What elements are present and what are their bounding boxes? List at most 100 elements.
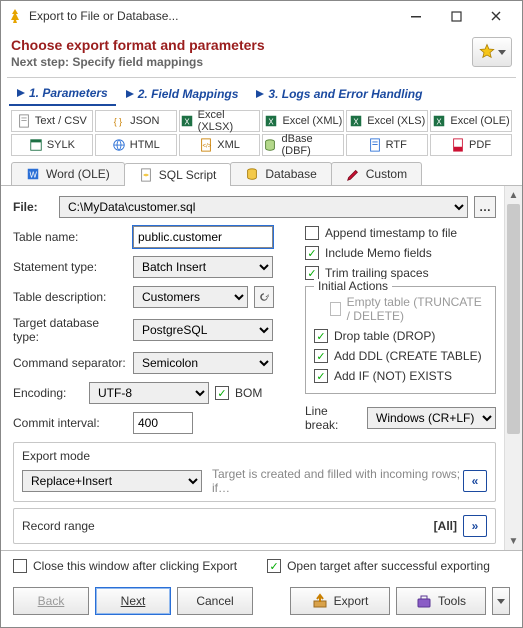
trim-checkbox[interactable]: ✓ — [305, 266, 319, 280]
pdf-icon — [451, 138, 465, 152]
commit-label: Commit interval: — [13, 416, 127, 430]
scroll-down-icon[interactable]: ▼ — [505, 532, 522, 550]
if-not-exists-checkbox[interactable]: ✓ — [314, 369, 328, 383]
append-ts-checkbox[interactable] — [305, 226, 319, 240]
file-label: File: — [13, 200, 53, 214]
cancel-button[interactable]: Cancel — [177, 587, 253, 615]
custom-icon — [346, 167, 360, 181]
export-icon — [312, 593, 328, 609]
format-rtf[interactable]: RTF — [346, 134, 428, 156]
subtab-database[interactable]: Database — [230, 162, 331, 185]
subtab-custom[interactable]: Custom — [331, 162, 422, 185]
encoding-select[interactable]: UTF-8 — [89, 382, 209, 404]
target-db-select[interactable]: PostgreSQL — [133, 319, 273, 341]
scroll-thumb[interactable] — [507, 204, 520, 434]
close-button[interactable] — [476, 2, 516, 30]
tools-button[interactable]: Tools — [396, 587, 486, 615]
close-after-export-checkbox[interactable] — [13, 559, 27, 573]
wizard-header: Choose export format and parameters Next… — [1, 31, 522, 73]
toolbox-icon — [416, 593, 432, 609]
minimize-button[interactable] — [396, 2, 436, 30]
line-break-label: Line break: — [305, 404, 361, 432]
format-pdf[interactable]: PDF — [430, 134, 512, 156]
xml-icon: </> — [199, 138, 213, 152]
format-sylk[interactable]: SYLK — [11, 134, 93, 156]
record-range-label: Record range — [22, 519, 434, 533]
favorites-button[interactable] — [472, 37, 512, 67]
format-json[interactable]: { }JSON — [95, 110, 177, 132]
wizard-step-tabs: 1. Parameters 2. Field Mappings 3. Logs … — [1, 78, 522, 106]
tab-logs[interactable]: 3. Logs and Error Handling — [248, 82, 430, 106]
drop-table-checkbox[interactable]: ✓ — [314, 329, 328, 343]
star-icon — [478, 43, 496, 61]
include-memo-checkbox[interactable]: ✓ — [305, 246, 319, 260]
rtf-icon — [368, 138, 382, 152]
record-range-expand-button[interactable]: » — [463, 515, 487, 537]
vertical-scrollbar[interactable]: ▲ ▼ — [504, 186, 522, 550]
svg-text:{ }: { } — [114, 117, 122, 127]
export-mode-group: Export mode Replace+Insert Target is cre… — [13, 442, 496, 502]
line-break-select[interactable]: Windows (CR+LF) — [367, 407, 496, 429]
cmd-sep-label: Command separator: — [13, 356, 127, 370]
file-browse-button[interactable]: … — [474, 196, 496, 218]
export-mode-collapse-button[interactable]: « — [463, 470, 487, 492]
empty-table-label: Empty table (TRUNCATE / DELETE) — [347, 295, 487, 323]
back-button: Back — [13, 587, 89, 615]
app-icon — [7, 8, 23, 24]
format-html[interactable]: HTML — [95, 134, 177, 156]
html-icon — [112, 138, 126, 152]
export-button[interactable]: Export — [290, 587, 390, 615]
tab-field-mappings[interactable]: 2. Field Mappings — [118, 82, 247, 106]
window-title: Export to File or Database... — [29, 9, 396, 23]
titlebar: Export to File or Database... — [1, 1, 522, 31]
table-name-input[interactable] — [133, 226, 273, 248]
scroll-up-icon[interactable]: ▲ — [505, 186, 522, 204]
trim-label: Trim trailing spaces — [325, 266, 429, 280]
sylk-icon — [29, 138, 43, 152]
statement-type-select[interactable]: Batch Insert — [133, 256, 273, 278]
open-target-checkbox[interactable]: ✓ — [267, 559, 281, 573]
include-memo-label: Include Memo fields — [325, 246, 432, 260]
scroll-track[interactable] — [505, 204, 522, 532]
if-not-exists-label: Add IF (NOT) EXISTS — [334, 369, 452, 383]
subtab-sql-script[interactable]: SQL Script — [124, 163, 232, 186]
append-ts-label: Append timestamp to file — [325, 226, 457, 240]
dropdown-icon — [497, 599, 505, 604]
record-range-value: [All] — [434, 519, 457, 533]
record-range-group: Record range [All] » — [13, 508, 496, 544]
table-desc-select[interactable]: Customers — [133, 286, 248, 308]
maximize-button[interactable] — [436, 2, 476, 30]
svg-text:W: W — [30, 171, 38, 180]
table-desc-refresh-button[interactable] — [254, 286, 274, 308]
format-excel-xml[interactable]: XExcel (XML) — [262, 110, 344, 132]
tools-dropdown-button[interactable] — [492, 587, 510, 615]
format-excel-ole[interactable]: XExcel (OLE) — [430, 110, 512, 132]
next-button[interactable]: Next — [95, 587, 171, 615]
initial-actions-group: Initial Actions Empty table (TRUNCATE / … — [305, 286, 496, 394]
format-xml[interactable]: </>XML — [179, 134, 261, 156]
cmd-sep-select[interactable]: Semicolon — [133, 352, 273, 374]
add-ddl-checkbox[interactable]: ✓ — [314, 349, 328, 363]
format-dbf[interactable]: dBase (DBF) — [262, 134, 344, 156]
format-subtabs: WWord (OLE) SQL Script Database Custom — [1, 162, 522, 186]
file-combobox[interactable]: C:\MyData\customer.sql — [59, 196, 468, 218]
format-xlsx[interactable]: XExcel (XLSX) — [179, 110, 261, 132]
export-mode-select[interactable]: Replace+Insert — [22, 470, 202, 492]
format-grid: Text / CSV { }JSON XExcel (XLSX) XExcel … — [1, 106, 522, 160]
tab-parameters[interactable]: 1. Parameters — [9, 82, 116, 106]
excel-icon: X — [180, 114, 194, 128]
format-text-csv[interactable]: Text / CSV — [11, 110, 93, 132]
word-icon: W — [26, 167, 40, 181]
add-ddl-label: Add DDL (CREATE TABLE) — [334, 349, 482, 363]
format-xls[interactable]: XExcel (XLS) — [346, 110, 428, 132]
export-mode-legend: Export mode — [22, 449, 487, 463]
bom-checkbox[interactable]: ✓ — [215, 386, 229, 400]
dropdown-icon — [498, 50, 506, 55]
header-title: Choose export format and parameters — [11, 37, 472, 53]
statement-type-label: Statement type: — [13, 260, 127, 274]
subtab-word-ole[interactable]: WWord (OLE) — [11, 162, 125, 185]
doc-icon — [17, 114, 31, 128]
commit-interval-input[interactable] — [133, 412, 193, 434]
excel-icon: X — [432, 114, 446, 128]
excel-icon: X — [264, 114, 278, 128]
